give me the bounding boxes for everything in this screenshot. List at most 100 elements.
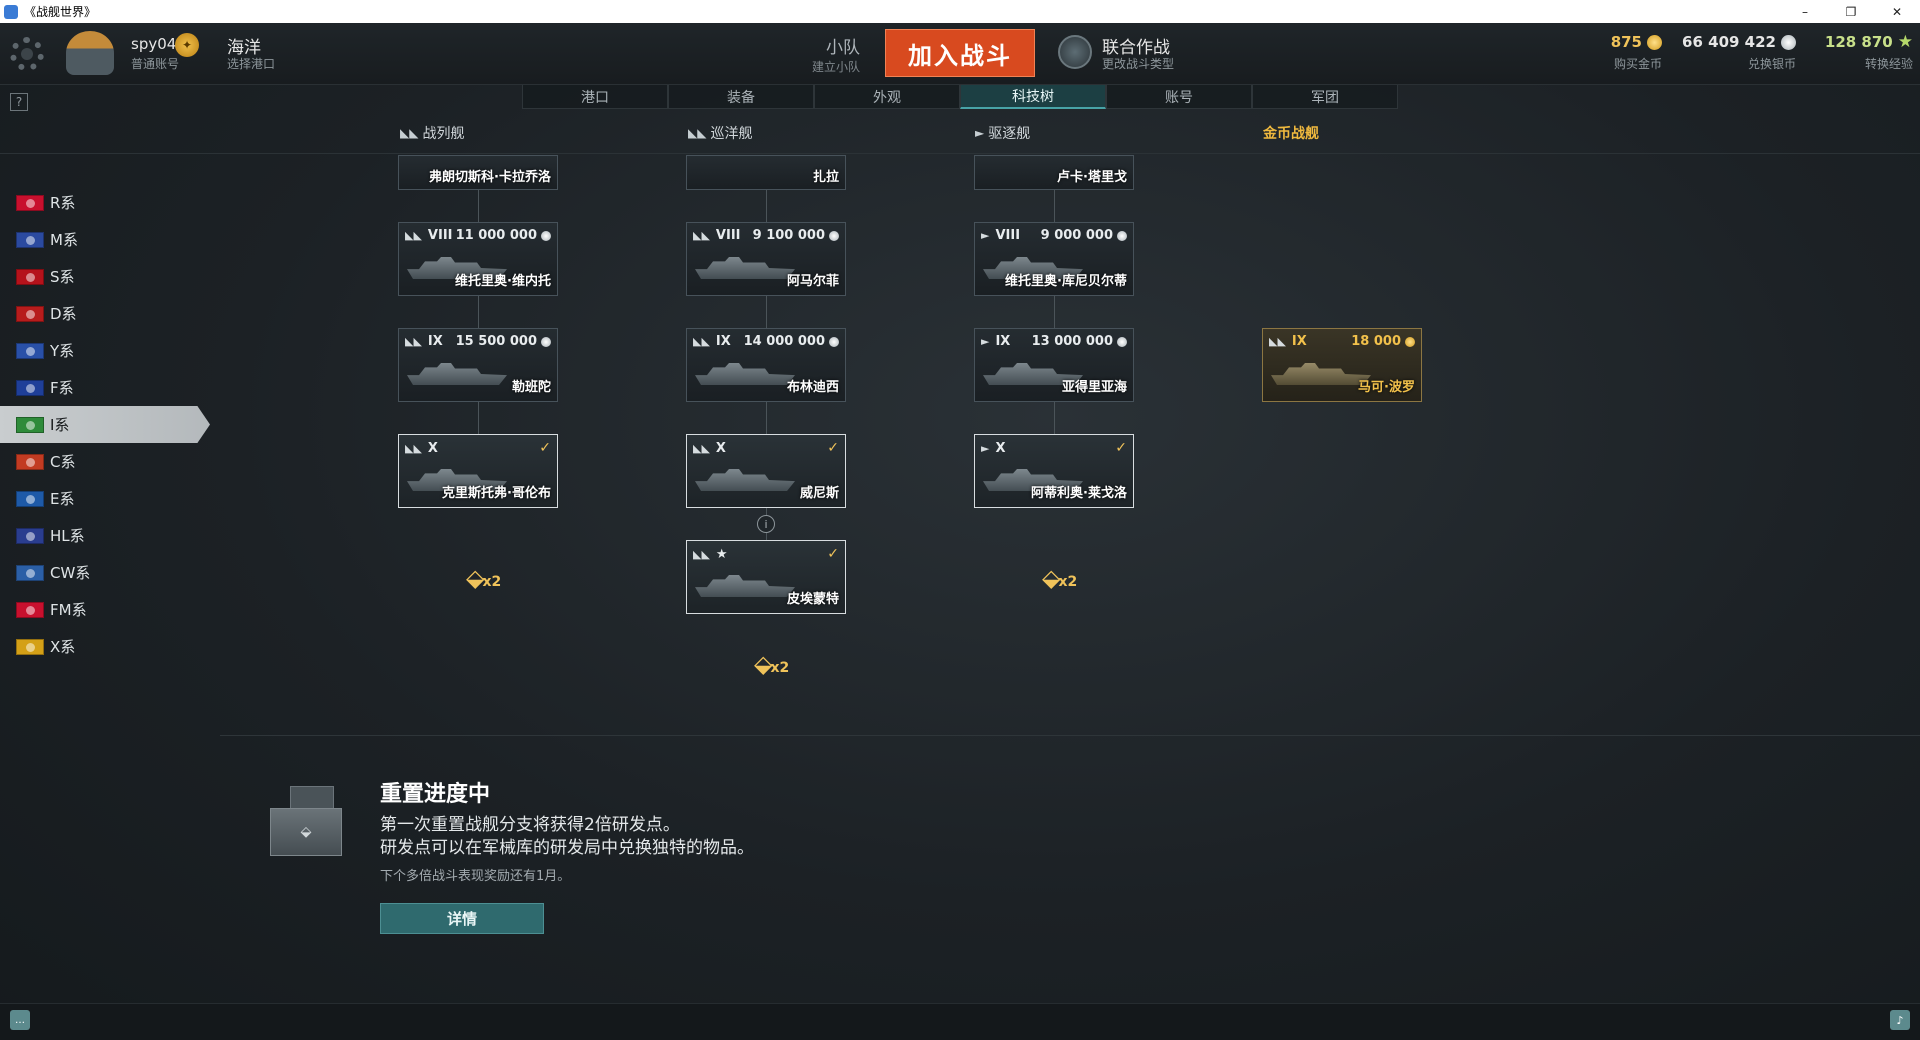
- tree-connector: [478, 296, 479, 328]
- ship-tier: X: [427, 440, 438, 456]
- nation-list: R系 M系 S系 D系 Y系 F系 I系 C系 E系 HL系 CW系 FM系 X…: [0, 184, 220, 665]
- ship-card-ca9[interactable]: ◣◣ IX 14 000 000 布林迪西: [686, 328, 846, 402]
- tab-exterior[interactable]: 外观: [814, 85, 960, 109]
- ship-silhouette-icon: [1271, 363, 1371, 385]
- account-ship-icon[interactable]: [66, 31, 114, 75]
- chat-icon[interactable]: …: [10, 1010, 30, 1030]
- nation-item-c[interactable]: C系: [0, 443, 210, 480]
- tab-equipment[interactable]: 装备: [668, 85, 814, 109]
- ship-card-bb8[interactable]: ◣◣ VIII 11 000 000 维托里奥·维内托: [398, 222, 558, 296]
- ship-silhouette-icon: [695, 575, 795, 597]
- bonus-multiplier: x2: [482, 574, 502, 590]
- nation-item-x[interactable]: X系: [0, 628, 210, 665]
- ship-silhouette-icon: [407, 363, 507, 385]
- nation-item-m[interactable]: M系: [0, 221, 210, 258]
- nation-item-y[interactable]: Y系: [0, 332, 210, 369]
- researched-check-icon: ✓: [539, 440, 551, 456]
- username[interactable]: spy04: [131, 35, 176, 53]
- ship-card-bb9[interactable]: ◣◣ IX 15 500 000 勒班陀: [398, 328, 558, 402]
- ship-card-dd10[interactable]: ► X ✓ 阿蒂利奥·莱戈洛: [974, 434, 1134, 508]
- tab-port[interactable]: 港口: [522, 85, 668, 109]
- nation-label: X系: [50, 638, 76, 656]
- ship-card-bb7[interactable]: 弗朗切斯科·卡拉乔洛: [398, 155, 558, 190]
- tab-tech-tree[interactable]: 科技树: [960, 85, 1106, 109]
- division-button[interactable]: 小队 建立小队: [790, 33, 860, 75]
- flag-icon: [16, 564, 44, 581]
- details-button[interactable]: 详情: [380, 903, 544, 934]
- reset-description-1: 第一次重置战舰分支将获得2倍研发点。: [380, 815, 680, 835]
- ship-card-dd9[interactable]: ► IX 13 000 000 亚得里亚海: [974, 328, 1134, 402]
- tree-connector: [1054, 190, 1055, 222]
- gold-value: 875: [1610, 33, 1642, 51]
- ship-card-super-cruiser[interactable]: ◣◣ ★ ✓ 皮埃蒙特: [686, 540, 846, 614]
- ship-card-ca7[interactable]: 扎拉: [686, 155, 846, 190]
- nation-item-hl[interactable]: HL系: [0, 517, 210, 554]
- help-button[interactable]: ?: [10, 93, 28, 111]
- column-destroyer[interactable]: ► 驱逐舰: [975, 123, 1030, 143]
- gold-currency[interactable]: 875 购买金币: [1570, 33, 1662, 72]
- ship-tier: ★: [715, 546, 728, 562]
- nation-item-f[interactable]: F系: [0, 369, 210, 406]
- battle-button[interactable]: 加入战斗: [885, 29, 1035, 77]
- reset-note: 下个多倍战斗表现奖励还有1月。: [380, 869, 571, 884]
- nation-item-r[interactable]: R系: [0, 184, 210, 221]
- destroyer-class-icon: ►: [975, 126, 985, 140]
- column-premium[interactable]: 金币战舰: [1263, 123, 1319, 143]
- ship-card-dd8[interactable]: ► VIII 9 000 000 维托里奥·库尼贝尔蒂: [974, 222, 1134, 296]
- minimize-button[interactable]: –: [1782, 0, 1828, 23]
- silver-currency[interactable]: 66 409 422 兑换银币: [1670, 33, 1796, 72]
- silver-coin-icon: [541, 336, 551, 347]
- column-battleship[interactable]: ◣◣ 战列舰: [400, 123, 464, 143]
- free-xp-currency[interactable]: 128 870 ★ 转换经验: [1805, 33, 1913, 72]
- xp-label: 转换经验: [1864, 57, 1913, 71]
- ship-card-ca8[interactable]: ◣◣ VIII 9 100 000 阿马尔菲: [686, 222, 846, 296]
- nation-item-fm[interactable]: FM系: [0, 591, 210, 628]
- destroyer-class-icon: ►: [981, 229, 990, 242]
- nation-label: I系: [50, 416, 70, 434]
- nation-label: S系: [50, 268, 75, 286]
- research-bonus-destroyer[interactable]: ⬙ x2: [1042, 566, 1077, 590]
- notification-bell-icon[interactable]: ♪: [1890, 1010, 1910, 1030]
- tree-connector: [766, 296, 767, 328]
- ship-card-ca10[interactable]: ◣◣ X ✓ 威尼斯: [686, 434, 846, 508]
- ship-silhouette-icon: [695, 257, 795, 279]
- nation-item-e[interactable]: E系: [0, 480, 210, 517]
- settings-gear-icon[interactable]: [10, 37, 44, 71]
- flag-icon: [16, 231, 44, 248]
- cruiser-class-icon: ◣◣: [693, 229, 710, 242]
- nation-item-s[interactable]: S系: [0, 258, 210, 295]
- close-button[interactable]: ✕: [1874, 0, 1920, 23]
- division-hint: 建立小队: [811, 60, 860, 74]
- column-cruiser-label: 巡洋舰: [710, 126, 753, 142]
- xp-value: 128 870: [1824, 33, 1893, 51]
- silver-coin-icon: [1117, 336, 1127, 347]
- ship-card-dd7[interactable]: 卢卡·塔里戈: [974, 155, 1134, 190]
- info-icon[interactable]: i: [757, 515, 775, 533]
- column-cruiser[interactable]: ◣◣ 巡洋舰: [688, 123, 752, 143]
- silver-value: 66 409 422: [1682, 33, 1776, 51]
- nation-item-i[interactable]: I系: [0, 406, 210, 443]
- battle-mode-icon[interactable]: [1058, 35, 1092, 69]
- bonus-multiplier: x2: [1058, 574, 1078, 590]
- nation-item-cw[interactable]: CW系: [0, 554, 210, 591]
- nation-item-d[interactable]: D系: [0, 295, 210, 332]
- tab-clan[interactable]: 军团: [1252, 85, 1398, 109]
- app-icon: [4, 4, 18, 19]
- restore-button[interactable]: ❐: [1828, 0, 1874, 23]
- ship-card-bb10[interactable]: ◣◣ X ✓ 克里斯托弗·哥伦布: [398, 434, 558, 508]
- ship-silhouette-icon: [695, 363, 795, 385]
- ship-card-premium-9[interactable]: ◣◣ IX 18 000 马可·波罗: [1262, 328, 1422, 402]
- flag-icon: [16, 601, 44, 618]
- column-battleship-label: 战列舰: [422, 126, 465, 142]
- tree-connector: [1054, 296, 1055, 328]
- ship-name: 勒班陀: [511, 380, 551, 395]
- ship-tier: VIII: [715, 228, 741, 243]
- research-bonus-battleship[interactable]: ⬙ x2: [466, 566, 501, 590]
- ship-name: 卢卡·塔里戈: [1057, 170, 1127, 185]
- nation-label: E系: [50, 490, 75, 508]
- premium-badge-icon[interactable]: ✦: [175, 33, 199, 57]
- bottom-bar: [0, 1003, 1920, 1040]
- research-bonus-cruiser[interactable]: ⬙ x2: [754, 652, 789, 676]
- tab-account[interactable]: 账号: [1106, 85, 1252, 109]
- main-nav-tabs: 港口 装备 外观 科技树 账号 军团: [522, 85, 1398, 109]
